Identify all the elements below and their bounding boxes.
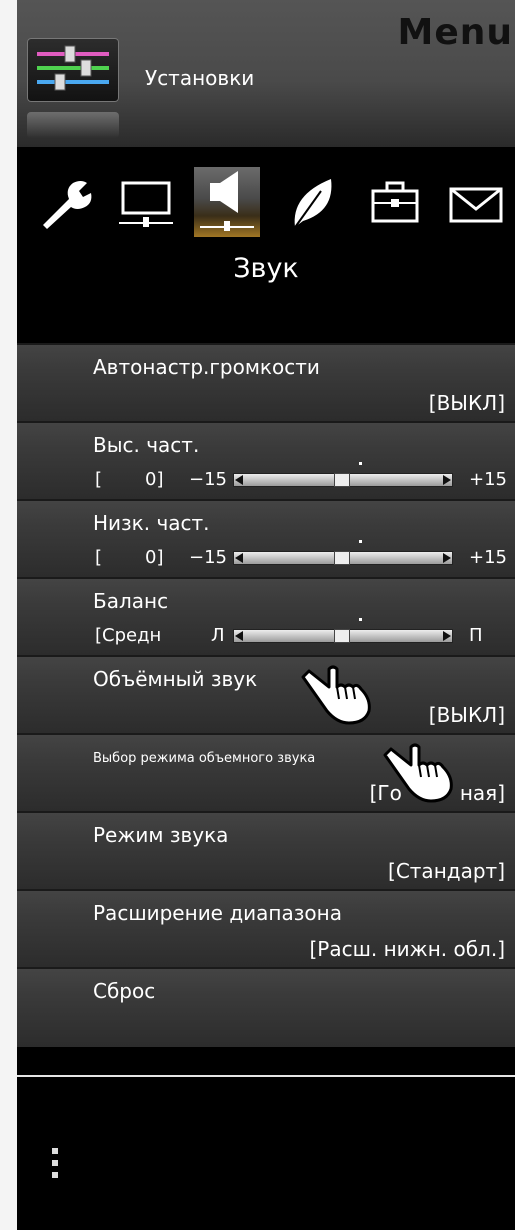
right-arrow-icon[interactable]: [443, 475, 451, 485]
slider-max: П: [469, 625, 483, 646]
center-tick: [359, 462, 362, 465]
row-label: Режим звука: [93, 823, 229, 847]
treble-slider-line: [ 0] −15 +15: [93, 462, 513, 493]
slider-value: 0]: [145, 469, 164, 490]
surround-mode-row[interactable]: Выбор режима объемного звука [Го ная]: [17, 733, 515, 811]
right-arrow-icon[interactable]: [443, 553, 451, 563]
row-label: Объёмный звук: [93, 667, 258, 691]
header: Menu Установки: [17, 0, 515, 147]
row-label: Баланс: [93, 589, 169, 613]
category-tabs: Звук: [17, 147, 515, 343]
row-value-end: ная]: [459, 781, 505, 805]
row-label: Расширение диапазона: [93, 901, 342, 925]
treble-slider[interactable]: [233, 473, 453, 487]
balance-slider-line: [Средн Л П: [93, 618, 513, 649]
right-arrow-icon[interactable]: [443, 631, 451, 641]
speaker-icon[interactable]: [194, 167, 260, 237]
slider-max: +15: [469, 469, 507, 490]
row-label: Выс. част.: [93, 433, 200, 457]
pointer-hand-icon: [301, 665, 371, 725]
row-value: [ВЫКЛ]: [428, 703, 505, 727]
center-tick: [359, 618, 362, 621]
left-arrow-icon[interactable]: [235, 553, 243, 563]
toolbox-icon[interactable]: [363, 167, 429, 237]
left-arrow-icon[interactable]: [235, 475, 243, 485]
row-label: Автонастр.громкости: [93, 355, 320, 379]
sliders-icon: [27, 38, 119, 102]
bracket: [: [95, 547, 103, 568]
slider-max: +15: [469, 547, 507, 568]
settings-panel: Menu Установки Звук Автонастр.громкости …: [17, 0, 515, 1230]
slider-knob[interactable]: [334, 629, 350, 643]
slider-min: −15: [189, 469, 227, 490]
bracket: [: [95, 469, 103, 490]
leaf-icon[interactable]: [281, 167, 347, 237]
section-label: Установки: [145, 66, 255, 90]
sound-mode-row[interactable]: Режим звука [Стандарт]: [17, 811, 515, 889]
bass-row[interactable]: Низк. част. [ 0] −15 +15: [17, 499, 515, 577]
row-label: Выбор режима объемного звука: [93, 751, 316, 766]
slider-value: [Средн: [95, 625, 162, 646]
wrench-icon[interactable]: [35, 167, 101, 237]
range-extension-row[interactable]: Расширение диапазона [Расш. нижн. обл.]: [17, 889, 515, 967]
reset-row[interactable]: Сброс: [17, 967, 515, 1047]
active-tab-label: Звук: [233, 253, 299, 284]
surround-row[interactable]: Объёмный звук [ВЫКЛ]: [17, 655, 515, 733]
slider-knob[interactable]: [334, 473, 350, 487]
row-label: Низк. част.: [93, 511, 210, 535]
sound-settings-list: Автонастр.громкости [ВЫКЛ] Выс. част. [ …: [17, 343, 515, 1047]
center-tick: [359, 540, 362, 543]
row-value: [Стандарт]: [388, 859, 505, 883]
bass-slider[interactable]: [233, 551, 453, 565]
slider-min: −15: [189, 547, 227, 568]
auto-volume-row[interactable]: Автонастр.громкости [ВЫКЛ]: [17, 343, 515, 421]
row-value: [Расш. нижн. обл.]: [309, 937, 505, 961]
treble-row[interactable]: Выс. част. [ 0] −15 +15: [17, 421, 515, 499]
balance-slider[interactable]: [233, 629, 453, 643]
slider-value: 0]: [145, 547, 164, 568]
row-value: [ВЫКЛ]: [428, 391, 505, 415]
slider-min: Л: [211, 625, 225, 646]
monitor-icon[interactable]: [113, 167, 179, 237]
more-options-icon[interactable]: [52, 1148, 58, 1184]
divider: [17, 1075, 515, 1077]
slider-knob[interactable]: [334, 551, 350, 565]
left-arrow-icon[interactable]: [235, 631, 243, 641]
balance-row[interactable]: Баланс [Средн Л П: [17, 577, 515, 655]
bass-slider-line: [ 0] −15 +15: [93, 540, 513, 571]
row-label: Сброс: [93, 979, 156, 1003]
icon-reflection: [27, 112, 119, 138]
menu-title: Menu: [397, 12, 513, 53]
pointer-hand-icon: [383, 743, 453, 803]
envelope-icon[interactable]: [443, 167, 509, 237]
